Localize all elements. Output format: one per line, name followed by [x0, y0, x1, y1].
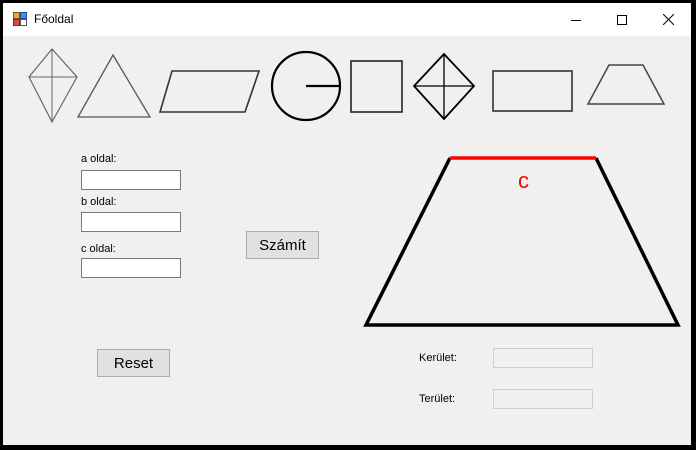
- rectangle-icon[interactable]: [490, 68, 574, 114]
- parallelogram-icon[interactable]: [157, 67, 262, 115]
- close-button[interactable]: [645, 3, 691, 36]
- maximize-icon: [617, 14, 627, 25]
- trapezoid-icon[interactable]: [585, 61, 667, 107]
- area-label: Terület:: [419, 393, 456, 405]
- shape-preview: c: [363, 156, 681, 327]
- maximize-button[interactable]: [599, 3, 645, 36]
- circle-icon[interactable]: [270, 49, 344, 123]
- calculate-button[interactable]: Számít: [246, 231, 319, 259]
- minimize-icon: [571, 19, 581, 21]
- perimeter-label: Kerület:: [419, 352, 457, 364]
- reset-button[interactable]: Reset: [97, 349, 170, 377]
- square-icon[interactable]: [348, 58, 406, 116]
- rhombus-icon[interactable]: [411, 51, 477, 123]
- b-side-label: b oldal:: [81, 196, 117, 208]
- close-icon: [662, 14, 674, 25]
- minimize-button[interactable]: [553, 3, 599, 36]
- app-icon: [13, 12, 27, 26]
- a-side-label: a oldal:: [81, 153, 117, 165]
- b-side-input[interactable]: [81, 212, 181, 232]
- main-window: Főoldal a oldal: b oldal: c oldal: Számí…: [3, 3, 691, 445]
- c-side-input[interactable]: [81, 258, 181, 278]
- title-bar[interactable]: Főoldal: [3, 3, 691, 36]
- highlighted-side-label: c: [518, 168, 529, 193]
- perimeter-output[interactable]: [493, 348, 593, 368]
- c-side-label: c oldal:: [81, 243, 116, 255]
- a-side-input[interactable]: [81, 170, 181, 190]
- kite-icon[interactable]: [26, 46, 80, 126]
- window-title: Főoldal: [34, 12, 74, 26]
- triangle-icon[interactable]: [75, 51, 153, 121]
- area-output[interactable]: [493, 389, 593, 409]
